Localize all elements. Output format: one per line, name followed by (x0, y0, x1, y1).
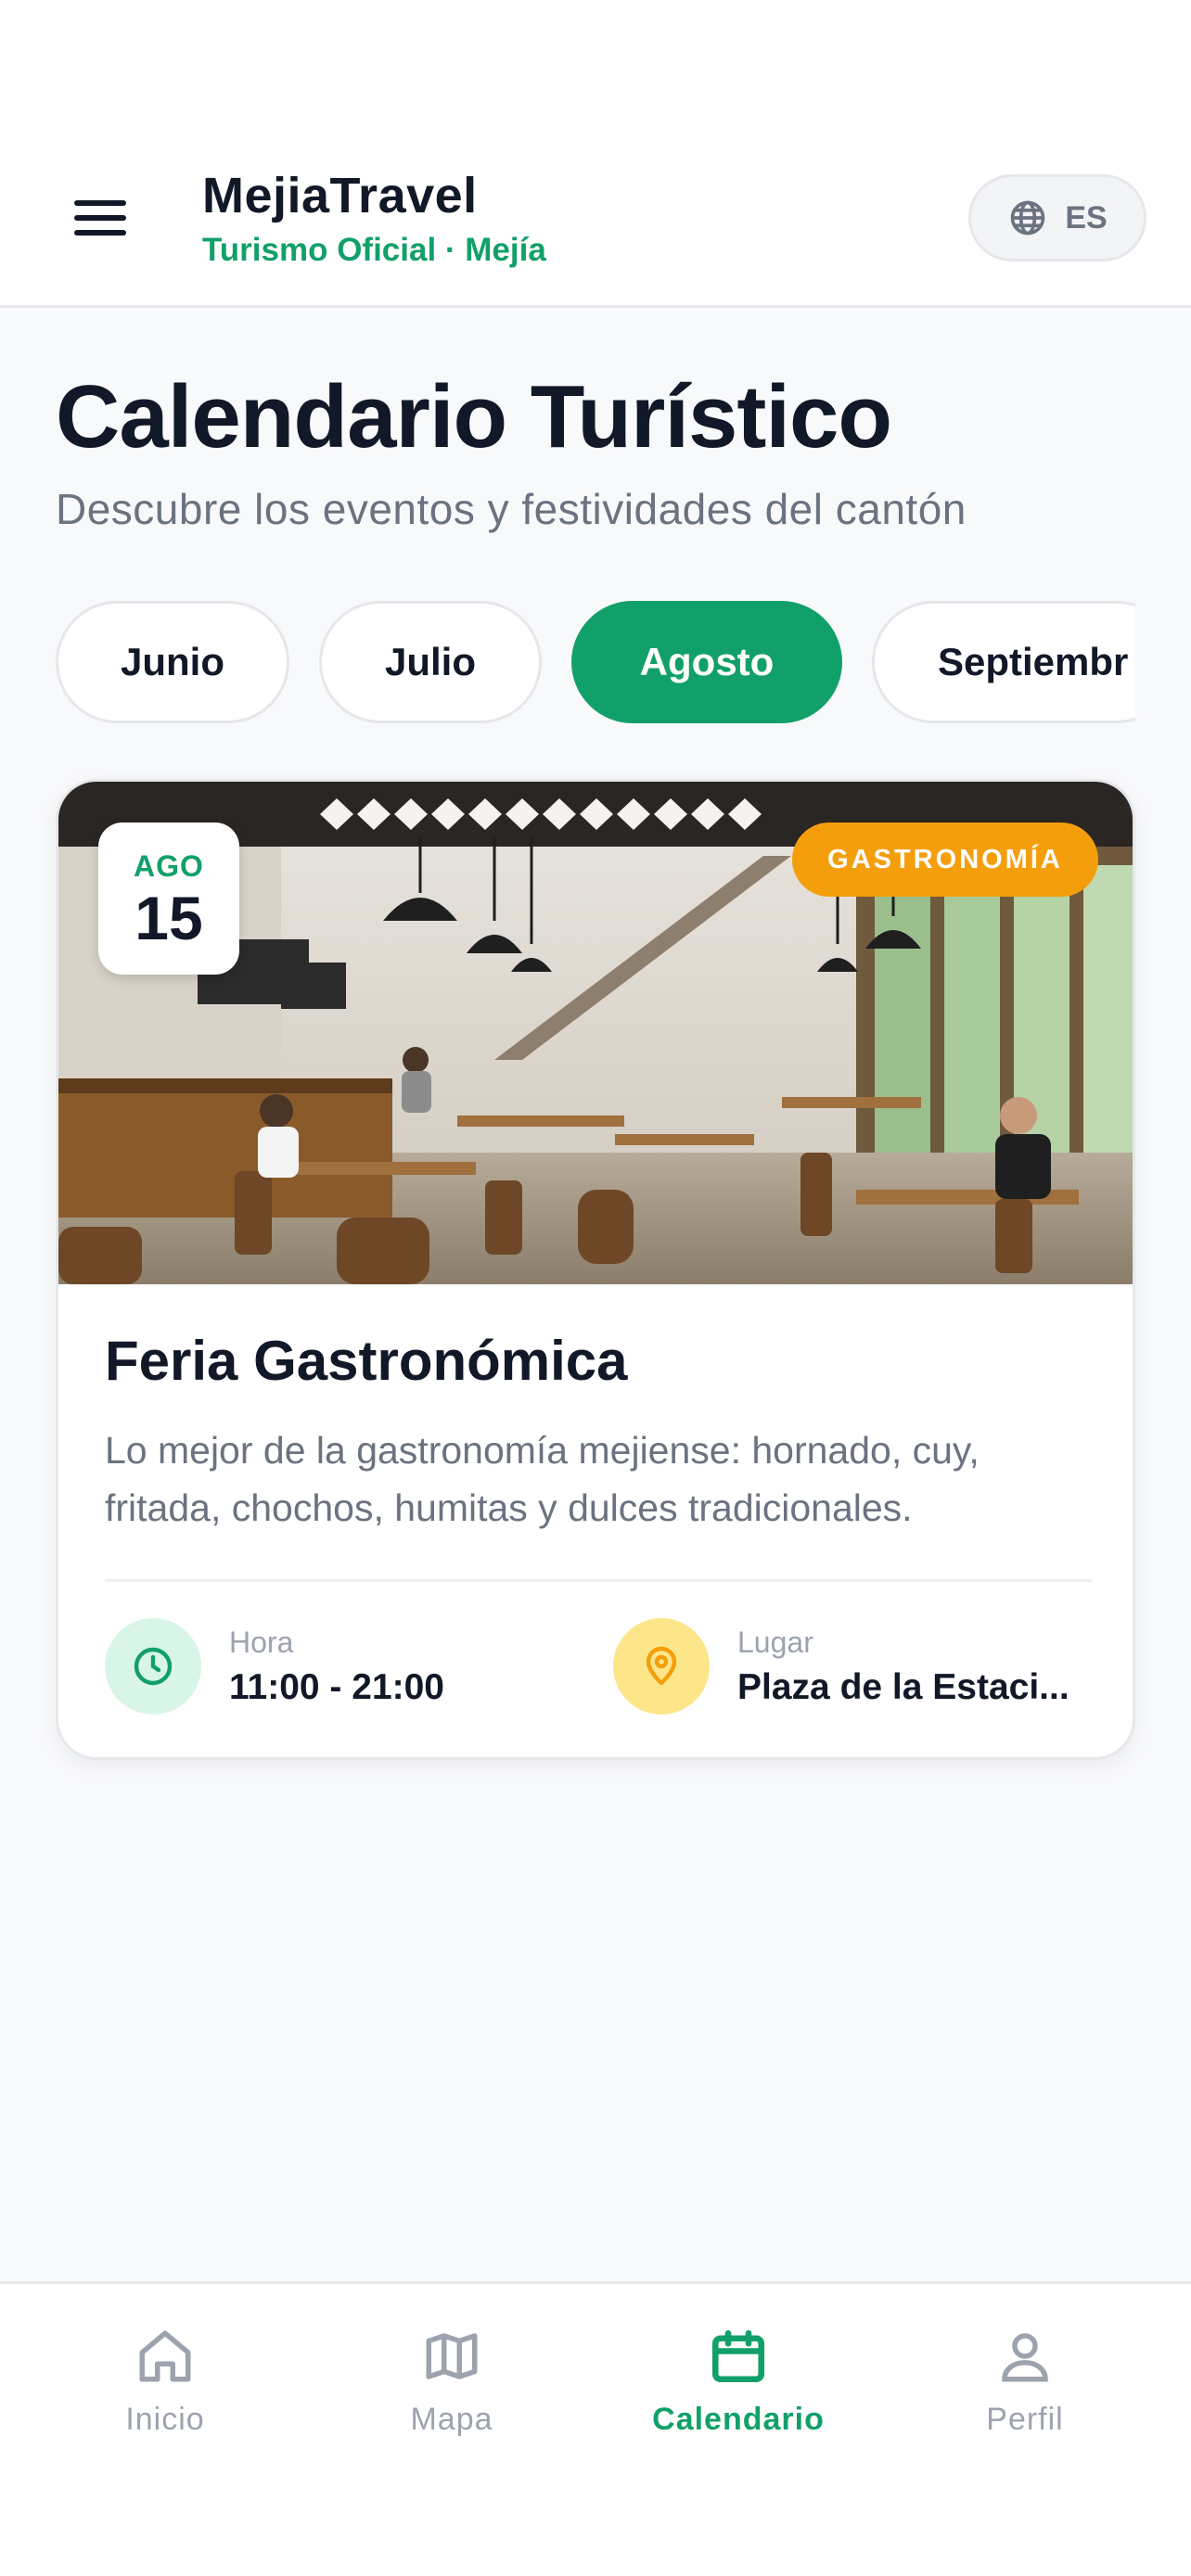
event-card[interactable]: AGO 15 GASTRONOMÍA Feria Gastronómica Lo… (56, 779, 1135, 1760)
nav-label-calendario: Calendario (652, 2402, 825, 2437)
nav-item-inicio[interactable]: Inicio (54, 2326, 276, 2465)
language-label: ES (1065, 199, 1108, 236)
event-place: Lugar Plaza de la Estaci... (613, 1618, 1069, 1715)
map-icon (426, 2333, 478, 2379)
brand-title: MejiaTravel (202, 168, 478, 223)
time-label: Hora (229, 1625, 294, 1659)
category-badge: GASTRONOMÍA (792, 823, 1098, 897)
nav-label-perfil: Perfil (986, 2402, 1064, 2437)
time-value: 11:00 - 21:00 (229, 1666, 445, 1707)
language-button[interactable]: ES (968, 174, 1146, 261)
page-title: Calendario Turístico (56, 367, 892, 466)
home-icon (139, 2330, 191, 2382)
nav-item-calendario[interactable]: Calendario (627, 2326, 850, 2465)
user-icon (1002, 2333, 1048, 2382)
nav-item-perfil[interactable]: Perfil (914, 2326, 1136, 2465)
card-divider (105, 1579, 1092, 1582)
location-pin-icon (613, 1618, 710, 1715)
month-chip-septiembre[interactable]: Septiembr (872, 601, 1135, 723)
month-chip-julio[interactable]: Julio (319, 601, 542, 723)
menu-bar (74, 200, 126, 206)
nav-item-mapa[interactable]: Mapa (340, 2326, 563, 2465)
menu-bar (74, 215, 126, 221)
date-month: AGO (134, 848, 204, 883)
event-title: Feria Gastronómica (105, 1330, 628, 1392)
event-time: Hora 11:00 - 21:00 (105, 1618, 444, 1715)
brand-subtitle: Turismo Oficial · Mejía (202, 232, 546, 268)
hamburger-menu-icon[interactable] (74, 185, 148, 250)
month-chip-junio[interactable]: Junio (56, 601, 289, 723)
date-day: 15 (134, 883, 203, 952)
month-chip-agosto[interactable]: Agosto (571, 601, 842, 723)
globe-icon (1010, 200, 1045, 236)
place-label: Lugar (737, 1625, 813, 1659)
month-selector: Junio Julio Agosto Septiembr (56, 601, 1135, 723)
event-description: Lo mejor de la gastronomía mejiense: hor… (105, 1429, 980, 1529)
nav-label-mapa: Mapa (410, 2402, 493, 2437)
nav-label-inicio: Inicio (125, 2402, 205, 2437)
calendar-icon (711, 2329, 765, 2383)
bottom-navigation: Inicio Mapa Calendario Perfil (0, 2281, 1191, 2576)
menu-bar (74, 230, 126, 236)
page-subtitle: Descubre los eventos y festividades del … (56, 485, 967, 533)
clock-icon (105, 1618, 201, 1715)
date-badge: AGO 15 (98, 823, 239, 975)
place-value: Plaza de la Estaci... (737, 1666, 1069, 1707)
app-header: MejiaTravel Turismo Oficial · Mejía ES (0, 0, 1191, 308)
